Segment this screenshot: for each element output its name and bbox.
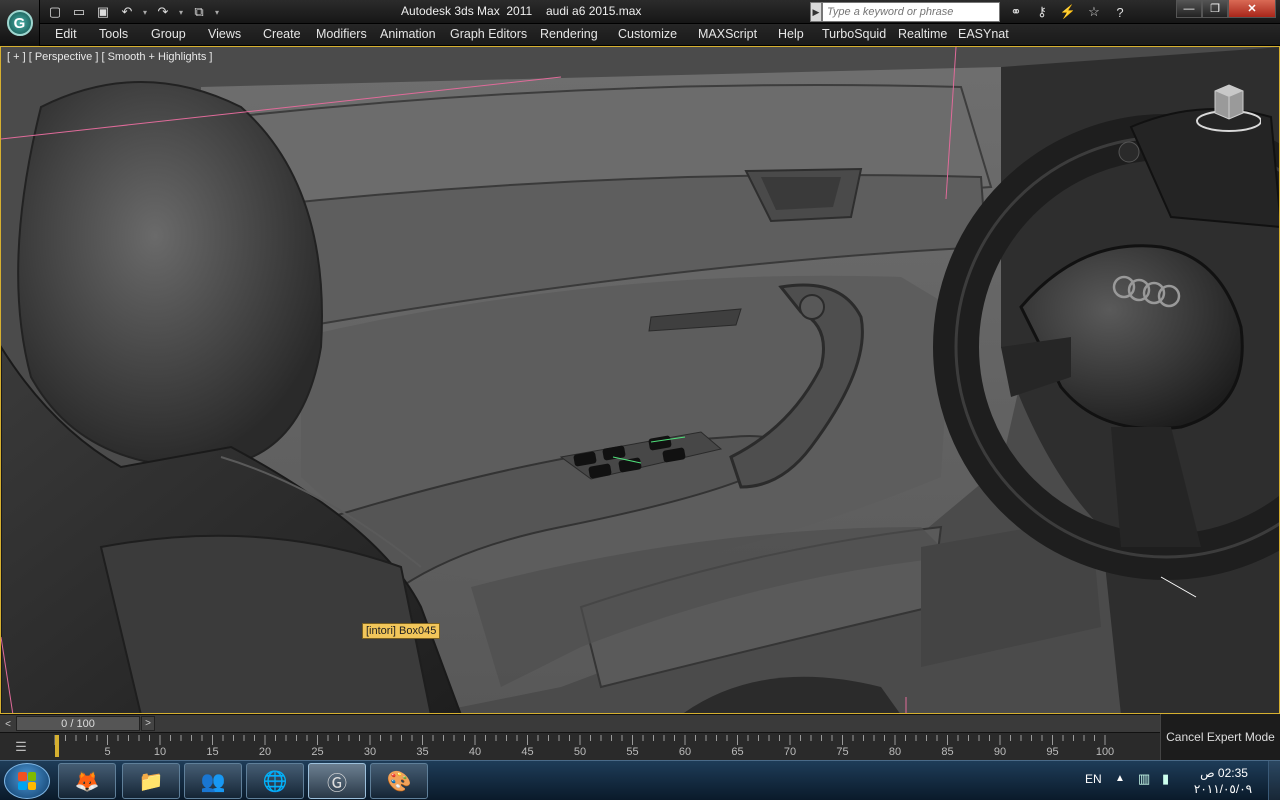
menu-rendering[interactable]: Rendering (540, 27, 598, 41)
undo-icon[interactable]: ↶ (116, 2, 138, 22)
new-file-icon[interactable]: ▢ (44, 2, 66, 22)
frame-tick-label: 45 (521, 746, 534, 758)
clock-time[interactable]: 02:35 ص (1196, 766, 1252, 780)
frame-tick-label: 70 (783, 746, 797, 758)
menu-graph-editors[interactable]: Graph Editors (450, 27, 527, 41)
save-icon[interactable]: ▣ (92, 2, 114, 22)
frame-tick-label: 35 (416, 746, 429, 758)
undo-dropdown-icon[interactable]: ▾ (140, 2, 150, 22)
frame-tick-label: 25 (311, 746, 324, 758)
key-icon[interactable]: ⚷ (1030, 2, 1054, 22)
file-explorer-icon[interactable]: 📁 (122, 763, 180, 799)
internet-download-manager-icon[interactable]: 🌐 (246, 763, 304, 799)
title-bar: ▢ ▭ ▣ ↶ ▾ ↷ ▾ ⧉ ▾ Autodesk 3ds Max 2011 … (0, 0, 1280, 24)
frame-tick-label: 95 (1046, 746, 1059, 758)
windows-start-icon[interactable] (4, 763, 50, 799)
show-desktop-button[interactable] (1268, 761, 1280, 800)
frame-tick-label: 55 (626, 746, 639, 758)
language-indicator[interactable]: EN (1085, 772, 1102, 786)
frame-tick-label: 65 (731, 746, 744, 758)
frame-tick-label: 15 (206, 746, 219, 758)
frame-tick-label: 5 (104, 746, 111, 758)
search-input[interactable] (822, 2, 1000, 22)
current-frame-marker[interactable] (55, 735, 59, 757)
3ds-max-logo-icon: G (6, 10, 33, 36)
info-center-search: ▶ (810, 2, 1000, 22)
frame-tick-label: 80 (888, 746, 902, 758)
frame-tick-label: 10 (153, 746, 167, 758)
minimize-button[interactable]: — (1176, 0, 1202, 18)
track-bar-ruler[interactable]: 5 10 15 20 25 30 35 40 45 50 55 60 65 70 75 80 85 90 95 100 (52, 733, 1158, 761)
messenger-icon[interactable]: 👥 (184, 763, 242, 799)
maximize-button[interactable]: ❐ (1202, 0, 1228, 18)
app-window: ▢ ▭ ▣ ↶ ▾ ↷ ▾ ⧉ ▾ Autodesk 3ds Max 2011 … (0, 0, 1280, 800)
app-title: Autodesk 3ds Max 2011 (401, 4, 533, 18)
open-file-icon[interactable]: ▭ (68, 2, 90, 22)
menu-views[interactable]: Views (208, 27, 241, 41)
frame-tick-label: 85 (941, 746, 954, 758)
info-center-toolbar: ⚭ ⚷ ⚡ ☆ ? (1004, 2, 1132, 22)
redo-icon[interactable]: ↷ (152, 2, 174, 22)
menu-turbosquid[interactable]: TurboSquid (822, 27, 886, 41)
viewcube-icon[interactable] (1191, 83, 1261, 135)
frame-tick-label: 75 (836, 746, 849, 758)
menu-realtime[interactable]: Realtime (898, 27, 947, 41)
file-name: audi a6 2015.max (546, 4, 642, 18)
firefox-icon[interactable]: 🦊 (58, 763, 116, 799)
menu-easynat[interactable]: EASYnat (958, 27, 1009, 41)
windows-taskbar: 🦊 📁 👥 🌐 Ⓖ 🎨 EN ▲ ▥ ▮ 02:35 ص ٢٠١١/٠٥/٠٩ (0, 760, 1280, 800)
application-button[interactable]: G (0, 0, 40, 46)
menu-help[interactable]: Help (778, 27, 804, 41)
clock-date[interactable]: ٢٠١١/٠٥/٠٩ (1190, 782, 1256, 796)
frame-tick-label: 90 (993, 746, 1007, 758)
menu-group[interactable]: Group (151, 27, 186, 41)
viewport-label[interactable]: [ + ] [ Perspective ] [ Smooth + Highlig… (7, 51, 212, 63)
frame-tick-label: 60 (678, 746, 692, 758)
time-slider-next-button[interactable]: > (141, 716, 155, 731)
object-tooltip: [intori] Box045 (362, 623, 441, 639)
frame-tick-label: 20 (258, 746, 272, 758)
quick-access-toolbar: ▢ ▭ ▣ ↶ ▾ ↷ ▾ ⧉ ▾ (44, 2, 222, 22)
menu-tools[interactable]: Tools (99, 27, 128, 41)
star-icon[interactable]: ☆ (1082, 2, 1106, 22)
menu-edit[interactable]: Edit (55, 27, 77, 41)
frame-tick-label: 30 (363, 746, 377, 758)
paint-icon[interactable]: 🎨 (370, 763, 428, 799)
frame-tick-label: 50 (573, 746, 587, 758)
frame-tick-label: 100 (1095, 746, 1115, 758)
cancel-expert-mode-button[interactable]: Cancel Expert Mode (1160, 714, 1280, 760)
time-slider[interactable]: < 0 / 100 > (0, 714, 1160, 732)
menu-modifiers[interactable]: Modifiers (316, 27, 367, 41)
help-icon[interactable]: ? (1108, 2, 1132, 22)
car-interior-render (1, 47, 1279, 713)
menu-customize[interactable]: Customize (618, 27, 677, 41)
curve-editor-icon[interactable]: ☰ (10, 739, 32, 755)
track-bar[interactable]: ☰ 5 10 15 20 25 30 35 40 45 50 55 60 65 70 75 80 85 90 95 1… (0, 732, 1160, 760)
network-icon[interactable]: ▥ (1138, 771, 1150, 787)
menu-create[interactable]: Create (263, 27, 301, 41)
show-hidden-icons-icon[interactable]: ▲ (1115, 773, 1125, 784)
project-folder-icon[interactable]: ⧉ (188, 2, 210, 22)
3ds-max-icon[interactable]: Ⓖ (308, 763, 366, 799)
menu-maxscript[interactable]: MAXScript (698, 27, 757, 41)
satellite-icon[interactable]: ⚡ (1056, 2, 1080, 22)
binoculars-icon[interactable]: ⚭ (1004, 2, 1028, 22)
time-slider-thumb[interactable]: 0 / 100 (16, 716, 140, 731)
frame-tick-label: 40 (468, 746, 482, 758)
redo-dropdown-icon[interactable]: ▾ (176, 2, 186, 22)
search-expand-icon[interactable]: ▶ (810, 2, 822, 22)
perspective-viewport[interactable]: [ + ] [ Perspective ] [ Smooth + Highlig… (0, 46, 1280, 714)
menu-animation[interactable]: Animation (380, 27, 436, 41)
qat-customize-icon[interactable]: ▾ (212, 2, 222, 22)
time-slider-prev-button[interactable]: < (0, 717, 16, 731)
menu-bar: Edit Tools Group Views Create Modifiers … (0, 24, 1280, 46)
close-button[interactable]: ✕ (1228, 0, 1276, 18)
power-icon[interactable]: ▮ (1162, 771, 1169, 787)
